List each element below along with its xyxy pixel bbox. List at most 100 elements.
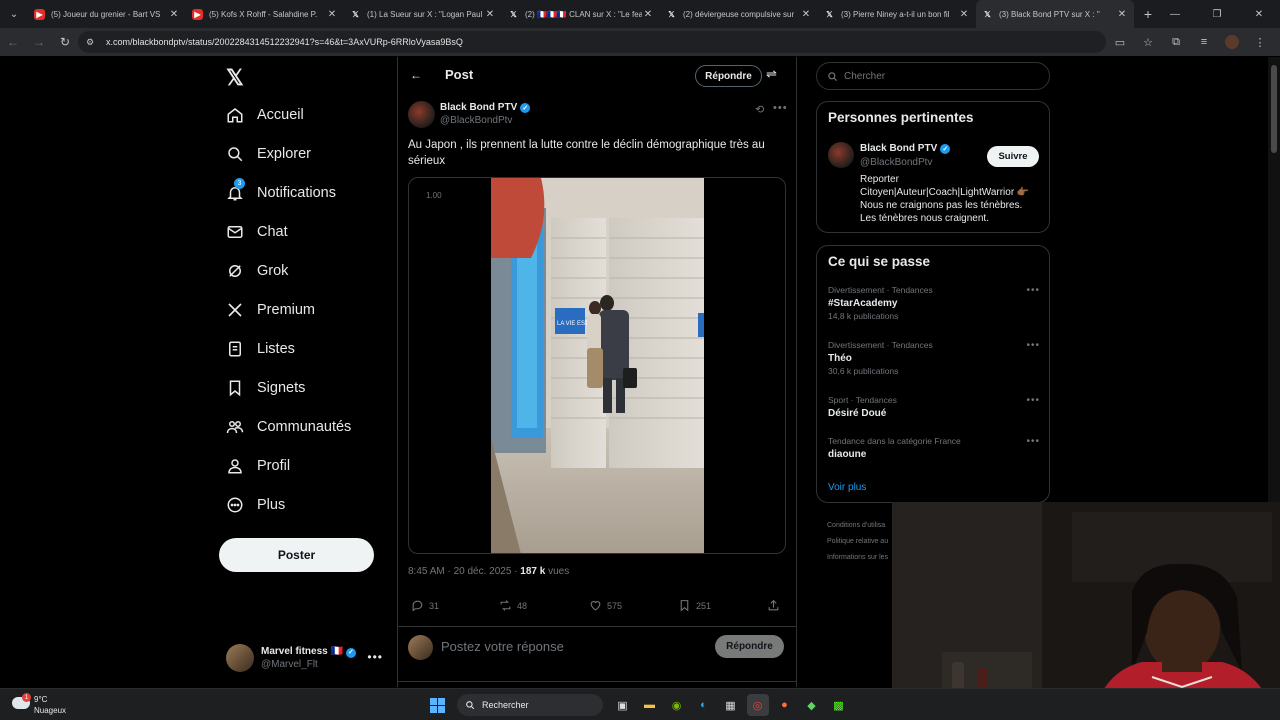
- close-icon[interactable]: ✕: [642, 9, 654, 20]
- more-horizontal-icon[interactable]: •••: [1026, 436, 1040, 447]
- windows-start-icon[interactable]: [427, 694, 449, 716]
- tab-search-menu-button[interactable]: ⌄: [0, 0, 28, 28]
- browser-tab-active[interactable]: 𝕏 (3) Black Bond PTV sur X : " ✕: [976, 0, 1134, 28]
- firefox-icon[interactable]: ●: [774, 694, 796, 716]
- nav-label: Listes: [257, 341, 295, 357]
- extensions-icon[interactable]: ⧉: [1162, 36, 1190, 49]
- nav-item-profile[interactable]: Profil: [226, 449, 290, 483]
- browser-tab[interactable]: ▶ (5) Kofs X Rohff - Salahdine P. ✕: [186, 0, 344, 28]
- cast-icon[interactable]: ▭: [1106, 36, 1134, 49]
- bookmark-star-icon[interactable]: ☆: [1134, 36, 1162, 49]
- more-horizontal-icon[interactable]: •••: [1026, 395, 1040, 406]
- weather-widget[interactable]: 1 9°C Nuageux: [12, 693, 92, 717]
- card-title: Personnes pertinentes: [828, 110, 974, 125]
- close-icon[interactable]: ✕: [168, 9, 180, 20]
- share-action[interactable]: [767, 599, 785, 612]
- nav-item-premium[interactable]: Premium: [226, 293, 315, 327]
- search-input[interactable]: Chercher: [816, 62, 1050, 90]
- minimize-icon[interactable]: —: [1154, 0, 1196, 28]
- edge-icon[interactable]: ◐: [693, 694, 715, 716]
- nav-item-more[interactable]: Plus: [226, 488, 285, 522]
- relevant-name[interactable]: Black Bond PTV ✓: [860, 143, 951, 154]
- post-button[interactable]: Poster: [219, 538, 374, 572]
- search-icon: [466, 701, 475, 710]
- nav-item-notifications[interactable]: 3 Notifications: [226, 176, 336, 210]
- avatar[interactable]: [828, 142, 854, 168]
- restore-icon[interactable]: ❐: [1196, 0, 1238, 28]
- close-icon[interactable]: ✕: [958, 9, 970, 20]
- x-icon: 𝕏: [668, 9, 675, 19]
- taskbar-search[interactable]: Rechercher: [457, 694, 603, 716]
- see-more-link[interactable]: Voir plus: [828, 482, 866, 493]
- browser-tab[interactable]: 𝕏 (2) déviergeuse compulsive sur ✕: [660, 0, 818, 28]
- kick-icon[interactable]: ▩: [828, 694, 850, 716]
- profile-avatar[interactable]: [1225, 35, 1239, 49]
- author-handle[interactable]: @BlackBondPtv: [440, 115, 512, 126]
- more-horizontal-icon[interactable]: •••: [773, 102, 788, 114]
- more-horizontal-icon[interactable]: •••: [1026, 340, 1040, 351]
- nvidia-icon[interactable]: ◉: [666, 694, 688, 716]
- url-bar[interactable]: ⚙ x.com/blackbondptv/status/200228431451…: [78, 31, 1106, 53]
- playback-speed[interactable]: 1.00: [426, 191, 442, 200]
- more-horizontal-icon[interactable]: •••: [367, 650, 383, 664]
- nav-item-grok[interactable]: Grok: [226, 254, 288, 288]
- close-icon[interactable]: ✕: [484, 9, 496, 20]
- close-icon[interactable]: ✕: [1116, 9, 1128, 20]
- back-arrow-icon[interactable]: ←: [410, 68, 422, 82]
- reload-icon[interactable]: ↻: [52, 28, 78, 56]
- account-switcher[interactable]: Marvel fitness 🇫🇷 ✓ @Marvel_Flt •••: [226, 644, 386, 672]
- back-icon[interactable]: ←: [0, 28, 26, 56]
- file-explorer-icon[interactable]: ▬: [639, 694, 661, 716]
- nav-item-chat[interactable]: Chat: [226, 215, 288, 249]
- sliders-icon[interactable]: ⇌: [766, 66, 777, 82]
- footer-link[interactable]: Politique relative au: [827, 534, 888, 550]
- trend-item[interactable]: Divertissement · Tendances #StarAcademy …: [828, 285, 1040, 321]
- video-player[interactable]: 1.00 LA VIE EST: [408, 177, 786, 554]
- reply-header-button[interactable]: Répondre: [695, 65, 762, 87]
- reply-submit-button[interactable]: Répondre: [715, 635, 784, 658]
- chrome-icon[interactable]: ◎: [746, 694, 769, 716]
- close-icon[interactable]: ✕: [800, 9, 812, 20]
- more-horizontal-icon[interactable]: •••: [1026, 285, 1040, 296]
- video-frame[interactable]: LA VIE EST: [491, 178, 704, 553]
- grok-icon[interactable]: ⟲: [755, 103, 764, 116]
- footer-link[interactable]: Informations sur les: [827, 550, 888, 566]
- nav-item-explore[interactable]: Explorer: [226, 137, 311, 171]
- browser-tab[interactable]: 𝕏 (3) Pierre Niney a-t-il un bon fil ✕: [818, 0, 976, 28]
- footer-link[interactable]: Conditions d'utilisa: [827, 518, 888, 534]
- trend-item[interactable]: Divertissement · Tendances Théo 30,6 k p…: [828, 340, 1040, 376]
- forward-icon[interactable]: →: [26, 28, 52, 56]
- avatar: [226, 644, 254, 672]
- browser-tab[interactable]: 𝕏 (1) La Sueur sur X : "Logan Paul ✕: [344, 0, 502, 28]
- follow-button[interactable]: Suivre: [987, 146, 1039, 167]
- nav-item-communities[interactable]: Communautés: [226, 410, 351, 444]
- browser-tab[interactable]: 𝕏 (2) 🇫🇷🇫🇷🇫🇷 CLAN sur X : "Le fea ✕: [502, 0, 660, 28]
- relevant-handle[interactable]: @BlackBondPtv: [860, 157, 932, 168]
- avatar[interactable]: [408, 101, 435, 128]
- reply-input[interactable]: Postez votre réponse: [441, 639, 564, 654]
- reply-action[interactable]: 31: [411, 599, 439, 612]
- browser-tab[interactable]: ▶ (5) Joueur du grenier - Bart VS ✕: [28, 0, 186, 28]
- app-icon[interactable]: ◆: [801, 694, 823, 716]
- scrollbar-thumb[interactable]: [1271, 65, 1277, 153]
- repost-icon: [500, 600, 511, 611]
- task-view-icon[interactable]: ▣: [612, 694, 634, 716]
- site-info-icon[interactable]: ⚙: [86, 37, 100, 48]
- nav-item-home[interactable]: Accueil: [226, 98, 304, 132]
- nav-item-lists[interactable]: Listes: [226, 332, 295, 366]
- reading-list-icon[interactable]: ≡: [1190, 36, 1218, 48]
- browser-menu-icon[interactable]: ⋮: [1246, 36, 1274, 49]
- author-name[interactable]: Black Bond PTV ✓: [440, 102, 531, 113]
- trend-item[interactable]: Sport · Tendances Désiré Doué •••: [828, 395, 1040, 429]
- close-window-icon[interactable]: ✕: [1238, 0, 1280, 28]
- trend-item[interactable]: Tendance dans la catégorie France diaoun…: [828, 436, 1040, 470]
- bookmark-action[interactable]: 251: [678, 599, 711, 612]
- close-icon[interactable]: ✕: [326, 9, 338, 20]
- x-logo[interactable]: 𝕏: [226, 65, 244, 91]
- nav-label: Grok: [257, 263, 289, 279]
- store-icon[interactable]: ▦: [720, 694, 742, 716]
- repost-action[interactable]: 48: [499, 599, 527, 612]
- nav-item-bookmarks[interactable]: Signets: [226, 371, 305, 405]
- like-action[interactable]: 575: [589, 599, 622, 612]
- tab-title: (2) 🇫🇷🇫🇷🇫🇷 CLAN sur X : "Le fea: [525, 9, 642, 19]
